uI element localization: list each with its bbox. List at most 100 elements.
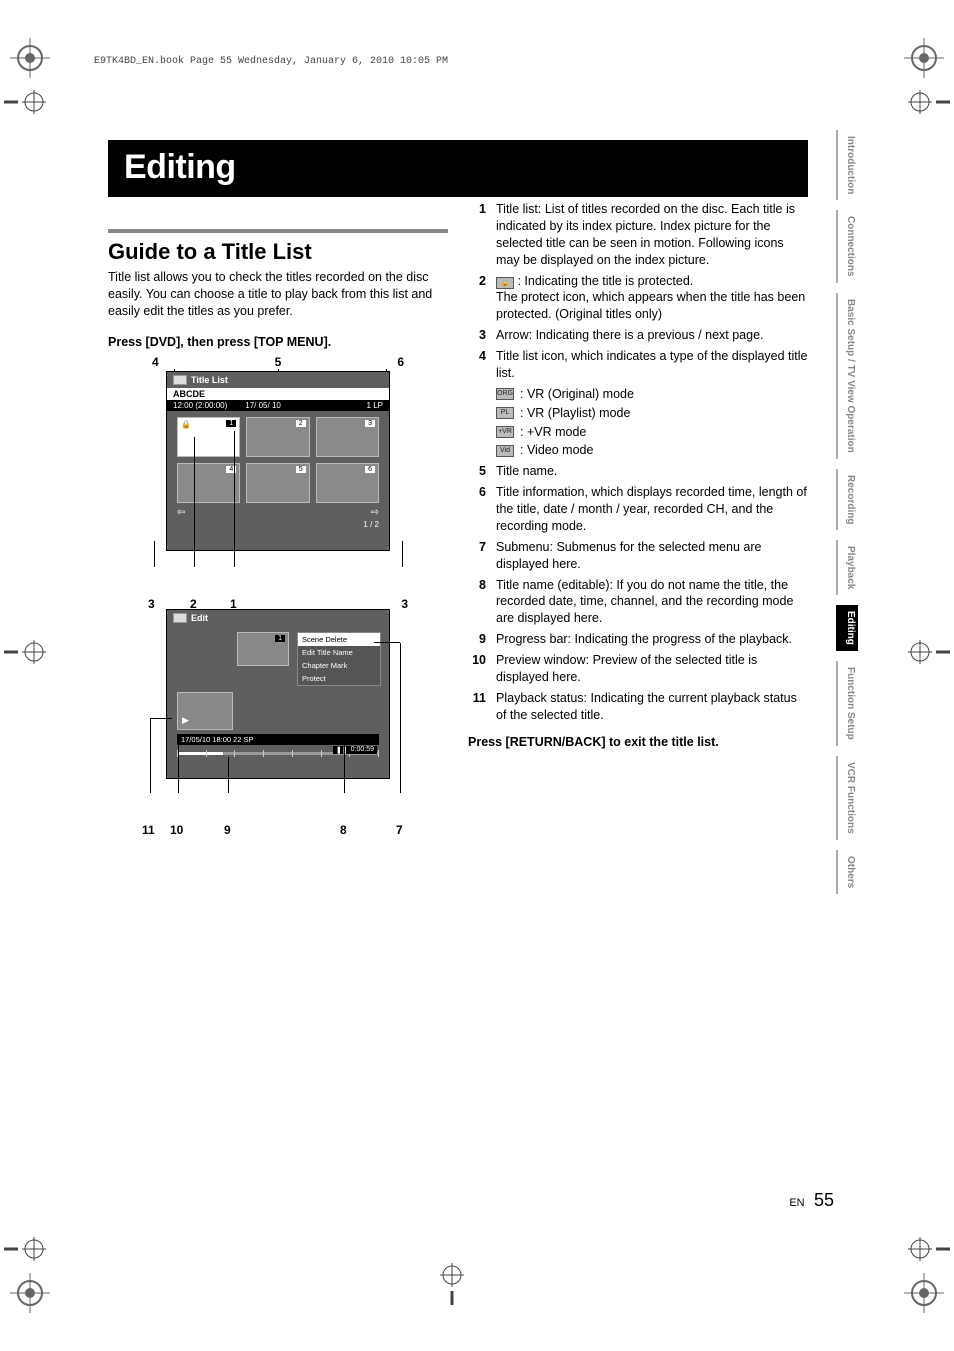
explanation-item: 8Title name (editable): If you do not na…: [468, 577, 808, 628]
mode-label: : VR (Original) mode: [520, 386, 634, 403]
explanation-number: 8: [468, 577, 486, 628]
explanation-number: 7: [468, 539, 486, 573]
register-mark-icon: [4, 640, 46, 664]
title-cell-4[interactable]: 4: [177, 463, 240, 503]
mode-label: : VR (Playlist) mode: [520, 405, 630, 422]
tab-introduction[interactable]: Introduction: [836, 130, 858, 200]
footer-page-number: 55: [814, 1190, 834, 1210]
leader-line: [150, 719, 151, 793]
explanations-list: 1Title list: List of titles recorded on …: [468, 201, 808, 724]
submenu-item[interactable]: Scene Delete: [298, 633, 380, 646]
tab-vcr-functions[interactable]: VCR Functions: [836, 756, 858, 840]
callout-5: 5: [275, 355, 282, 369]
explanation-item: 5 Title name.: [468, 463, 808, 480]
explanation-text: Progress bar: Indicating the progress of…: [496, 631, 808, 648]
mode-label: : Video mode: [520, 442, 593, 459]
mode-icon: ORG: [496, 388, 514, 400]
explanation-item: 10Preview window: Preview of the selecte…: [468, 652, 808, 686]
explanation-number: 10: [468, 652, 486, 686]
explanation-number: 3: [468, 327, 486, 344]
explanation-text: Title information, which displays record…: [496, 484, 808, 535]
page-footer: EN 55: [789, 1190, 834, 1211]
leader-line: [178, 735, 179, 793]
submenu-item[interactable]: Edit Title Name: [298, 646, 380, 659]
explanation-number: 5: [468, 463, 486, 480]
cell-number: 5: [296, 466, 306, 473]
callout-4: 4: [152, 355, 159, 369]
tab-recording[interactable]: Recording: [836, 469, 858, 530]
tab-basic-setup[interactable]: Basic Setup / TV View Operation: [836, 293, 858, 459]
leader-line: [228, 757, 229, 793]
next-page-arrow-icon[interactable]: ⇨: [371, 507, 379, 518]
explanation-item: 6Title information, which displays recor…: [468, 484, 808, 535]
explanation-number: 4: [468, 348, 486, 382]
submenu-item[interactable]: Chapter Mark: [298, 659, 380, 672]
leader-line: [194, 437, 195, 567]
pause-icon: ❚❚: [336, 746, 348, 754]
mode-icon: +VR: [496, 426, 514, 438]
register-mark-icon: [908, 640, 950, 664]
title-cell-1[interactable]: 🔒1: [177, 417, 240, 457]
register-mark-icon: [4, 1237, 46, 1261]
explanation-number: 1: [468, 201, 486, 269]
explanation-item: 4Title list icon, which indicates a type…: [468, 348, 808, 382]
leader-line: [400, 643, 401, 793]
callout-10: 10: [170, 823, 183, 837]
title-cell-2[interactable]: 2: [246, 417, 309, 457]
playback-time: ❚❚ 0:00:59: [333, 746, 377, 754]
register-mark-icon: [440, 1263, 464, 1305]
info-time: 12:00 (2:00:00): [173, 401, 227, 410]
page-indicator: 1 / 2: [167, 520, 389, 533]
info-mode: 1 LP: [367, 401, 383, 410]
crop-mark-icon: [904, 38, 944, 78]
explanation-item: 3 Arrow: Indicating there is a previous /…: [468, 327, 808, 344]
crop-mark-icon: [10, 38, 50, 78]
cell-number: 6: [365, 466, 375, 473]
mode-icon: PL: [496, 407, 514, 419]
edit-info-text: 17/05/10 18:00 22 SP: [181, 735, 254, 744]
explanation-item: 7Submenu: Submenus for the selected menu…: [468, 539, 808, 573]
explanation-text: 🔒 : Indicating the title is protected.Th…: [496, 273, 808, 324]
protect-icon: 🔒: [496, 277, 514, 289]
explanation-item: 2🔒 : Indicating the title is protected.T…: [468, 273, 808, 324]
tab-others[interactable]: Others: [836, 850, 858, 894]
section-title: Guide to a Title List: [108, 239, 448, 265]
edit-submenu-figure: Edit 1 Scene Delete Edit Title Name Chap…: [148, 609, 408, 809]
edit-submenu[interactable]: Scene Delete Edit Title Name Chapter Mar…: [297, 632, 381, 686]
tab-function-setup[interactable]: Function Setup: [836, 661, 858, 746]
footer-lang: EN: [789, 1197, 804, 1209]
mode-icon-list: ORG : VR (Original) mode PL : VR (Playlist)…: [496, 386, 808, 460]
register-mark-icon: [4, 90, 46, 114]
title-list-figure: 4 5 6 Title List ABCDE 12:00 (2:00:00): [148, 371, 408, 581]
tab-editing[interactable]: Editing: [836, 605, 858, 651]
edit-label: Edit: [191, 613, 208, 623]
tab-connections[interactable]: Connections: [836, 210, 858, 283]
step-instruction: Press [DVD], then press [TOP MENU].: [108, 334, 448, 351]
leader-line: [344, 745, 345, 793]
title-list-label: Title List: [191, 375, 228, 385]
register-mark-icon: [908, 90, 950, 114]
section-rule: [108, 229, 448, 233]
explanation-text: Title name (editable): If you do not nam…: [496, 577, 808, 628]
explanation-text: Playback status: Indicating the current …: [496, 690, 808, 724]
callout-11: 11: [142, 823, 155, 837]
title-cell-3[interactable]: 3: [316, 417, 379, 457]
prev-page-arrow-icon[interactable]: ⇦: [177, 507, 185, 518]
title-name-bar: ABCDE: [167, 388, 389, 400]
title-cell-5[interactable]: 5: [246, 463, 309, 503]
mode-label: : +VR mode: [520, 424, 586, 441]
submenu-item[interactable]: Protect: [298, 672, 380, 685]
tab-playback[interactable]: Playback: [836, 540, 858, 595]
explanation-item: 9Progress bar: Indicating the progress o…: [468, 631, 808, 648]
title-cell-6[interactable]: 6: [316, 463, 379, 503]
callout-6: 6: [397, 355, 404, 369]
leader-line: [150, 718, 172, 719]
side-tabs: Introduction Connections Basic Setup / T…: [836, 130, 858, 894]
time-value: 0:00:59: [351, 746, 374, 753]
explanation-text: Arrow: Indicating there is a previous / …: [496, 327, 808, 344]
pdf-header-line: E9TK4BD_EN.book Page 55 Wednesday, Janua…: [94, 56, 448, 67]
crop-mark-icon: [10, 1273, 50, 1313]
explanation-text: Title name.: [496, 463, 808, 480]
edit-screen: Edit 1 Scene Delete Edit Title Name Chap…: [166, 609, 390, 779]
edit-info-bar: 17/05/10 18:00 22 SP: [177, 734, 379, 745]
